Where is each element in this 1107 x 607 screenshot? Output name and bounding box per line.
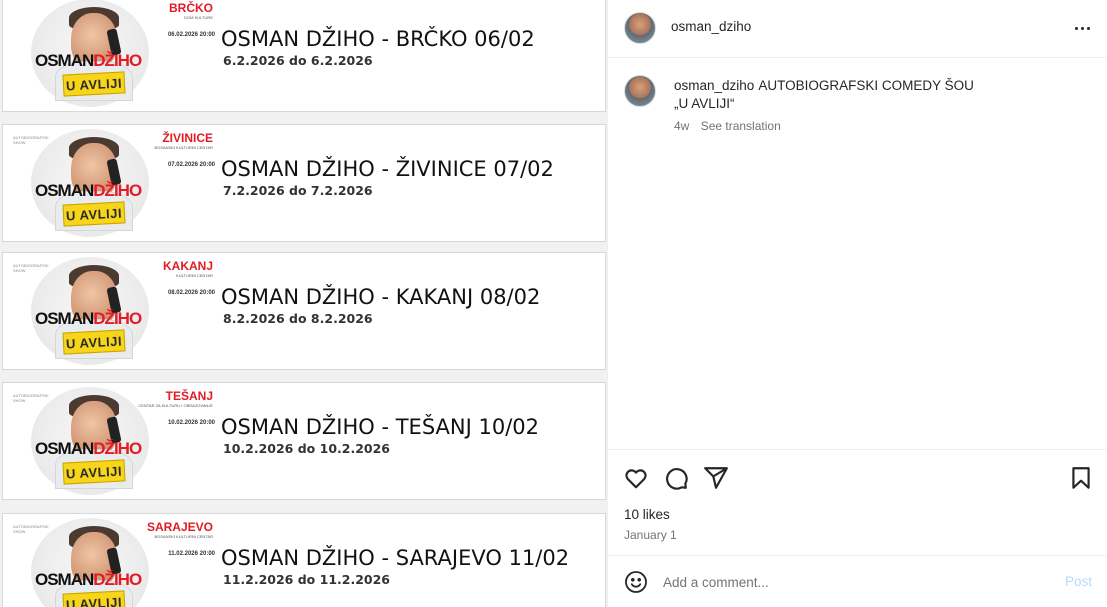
- poster-venue: BOSANSKI KULTURNI CENTAR: [154, 145, 213, 150]
- poster-badge: U AVLIJI: [62, 71, 126, 97]
- bookmark-icon[interactable]: [1068, 465, 1094, 491]
- event-card: AUTOBIOGRAFSKI SHOW OSMANDŽIHO U AVLIJI …: [2, 382, 606, 500]
- emoji-icon[interactable]: [624, 570, 648, 594]
- poster-logo: OSMANDŽIHO: [35, 51, 142, 70]
- event-dates: 8.2.2026 do 8.2.2026: [223, 311, 373, 326]
- event-card: AUTOBIOGRAFSKI SHOW OSMANDŽIHO U AVLIJI …: [2, 513, 606, 607]
- post-caption: osman_dziho AUTOBIOGRAFSKI COMEDY ŠOU „U …: [608, 59, 1107, 449]
- poster-city: SARAJEVO: [146, 520, 213, 534]
- post-side-panel: osman_dziho osman_dziho AUTOBIOGRAFSKI CO…: [607, 0, 1107, 607]
- poster-city: BRČKO: [169, 1, 213, 15]
- share-icon[interactable]: [703, 465, 729, 491]
- caption-username[interactable]: osman_dziho: [674, 78, 754, 93]
- event-dates: 6.2.2026 do 6.2.2026: [223, 53, 373, 68]
- poster-date: 08.02.2026 20:00: [167, 290, 215, 296]
- more-horizontal-icon[interactable]: [1070, 16, 1094, 40]
- event-poster: AUTOBIOGRAFSKI SHOW OSMANDŽIHO U AVLIJI …: [9, 129, 217, 237]
- event-poster: AUTOBIOGRAFSKI SHOW OSMANDŽIHO U AVLIJI …: [9, 257, 217, 365]
- event-title: OSMAN DŽIHO - SARAJEVO 11/02: [221, 546, 570, 570]
- caption-text: osman_dziho AUTOBIOGRAFSKI COMEDY ŠOU „U …: [674, 77, 1084, 113]
- post-header: osman_dziho: [608, 0, 1107, 58]
- poster-venue: DOM KULTURE: [184, 15, 213, 20]
- caption-meta: 4w See translation: [674, 119, 781, 133]
- event-title: OSMAN DŽIHO - ŽIVINICE 07/02: [221, 157, 554, 181]
- event-card: OSMANDŽIHO U AVLIJI BRČKO DOM KULTURE 06…: [2, 0, 606, 112]
- event-dates: 10.2.2026 do 10.2.2026: [223, 441, 390, 456]
- see-translation-link[interactable]: See translation: [701, 119, 781, 133]
- poster-date: 10.02.2026 20:00: [167, 420, 215, 426]
- caption-line-1: AUTOBIOGRAFSKI COMEDY ŠOU: [758, 78, 974, 93]
- poster-city: KAKANJ: [162, 259, 213, 273]
- poster-city: ŽIVINICE: [162, 131, 213, 145]
- post-image[interactable]: OSMANDŽIHO U AVLIJI BRČKO DOM KULTURE 06…: [0, 0, 607, 607]
- likes-count[interactable]: 10 likes: [624, 507, 670, 522]
- event-title: OSMAN DŽIHO - BRČKO 06/02: [221, 27, 535, 51]
- comment-bar: Post: [608, 555, 1107, 607]
- poster-tag: AUTOBIOGRAFSKI SHOW: [13, 135, 49, 145]
- post-date[interactable]: January 1: [624, 528, 677, 542]
- poster-tag: AUTOBIOGRAFSKI SHOW: [13, 393, 49, 403]
- poster-city: TEŠANJ: [165, 389, 213, 403]
- header-username[interactable]: osman_dziho: [671, 19, 751, 34]
- poster-tag: AUTOBIOGRAFSKI SHOW: [13, 263, 49, 273]
- poster-venue: BOSANSKI KULTURNI CENTAR: [154, 534, 213, 539]
- comment-input[interactable]: [663, 570, 1043, 594]
- event-card: AUTOBIOGRAFSKI SHOW OSMANDŽIHO U AVLIJI …: [2, 252, 606, 370]
- poster-date: 07.02.2026 20:00: [167, 162, 215, 168]
- event-dates: 7.2.2026 do 7.2.2026: [223, 183, 373, 198]
- poster-logo: OSMANDŽIHO: [35, 570, 142, 589]
- poster-logo: OSMANDŽIHO: [35, 181, 142, 200]
- comment-icon[interactable]: [663, 465, 689, 491]
- event-title: OSMAN DŽIHO - KAKANJ 08/02: [221, 285, 541, 309]
- poster-badge: U AVLIJI: [62, 329, 126, 355]
- poster-venue: CENTAR ZA KULTURU I OBRAZOVANJE: [138, 403, 213, 408]
- event-poster: AUTOBIOGRAFSKI SHOW OSMANDŽIHO U AVLIJI …: [9, 518, 217, 607]
- heart-icon[interactable]: [623, 465, 649, 491]
- poster-date: 06.02.2026 20:00: [167, 32, 215, 38]
- event-dates: 11.2.2026 do 11.2.2026: [223, 572, 390, 587]
- poster-tag: AUTOBIOGRAFSKI SHOW: [13, 524, 49, 534]
- poster-logo: OSMANDŽIHO: [35, 439, 142, 458]
- avatar[interactable]: [624, 75, 656, 107]
- poster-badge: U AVLIJI: [62, 201, 126, 227]
- caption-line-2: „U AVLIJI“: [674, 96, 735, 111]
- event-poster: AUTOBIOGRAFSKI SHOW OSMANDŽIHO U AVLIJI …: [9, 387, 217, 495]
- poster-date: 11.02.2026 20:00: [168, 551, 215, 557]
- event-card: AUTOBIOGRAFSKI SHOW OSMANDŽIHO U AVLIJI …: [2, 124, 606, 242]
- avatar[interactable]: [624, 12, 656, 44]
- poster-badge: U AVLIJI: [62, 459, 126, 485]
- poster-venue: KULTURNI CENTAR: [176, 273, 213, 278]
- post-actions: [608, 449, 1107, 509]
- post-comment-button[interactable]: Post: [1065, 574, 1092, 589]
- caption-age[interactable]: 4w: [674, 119, 689, 133]
- poster-logo: OSMANDŽIHO: [35, 309, 142, 328]
- event-title: OSMAN DŽIHO - TEŠANJ 10/02: [221, 415, 540, 439]
- poster-badge: U AVLIJI: [62, 590, 126, 607]
- event-poster: OSMANDŽIHO U AVLIJI BRČKO DOM KULTURE 06…: [9, 0, 217, 107]
